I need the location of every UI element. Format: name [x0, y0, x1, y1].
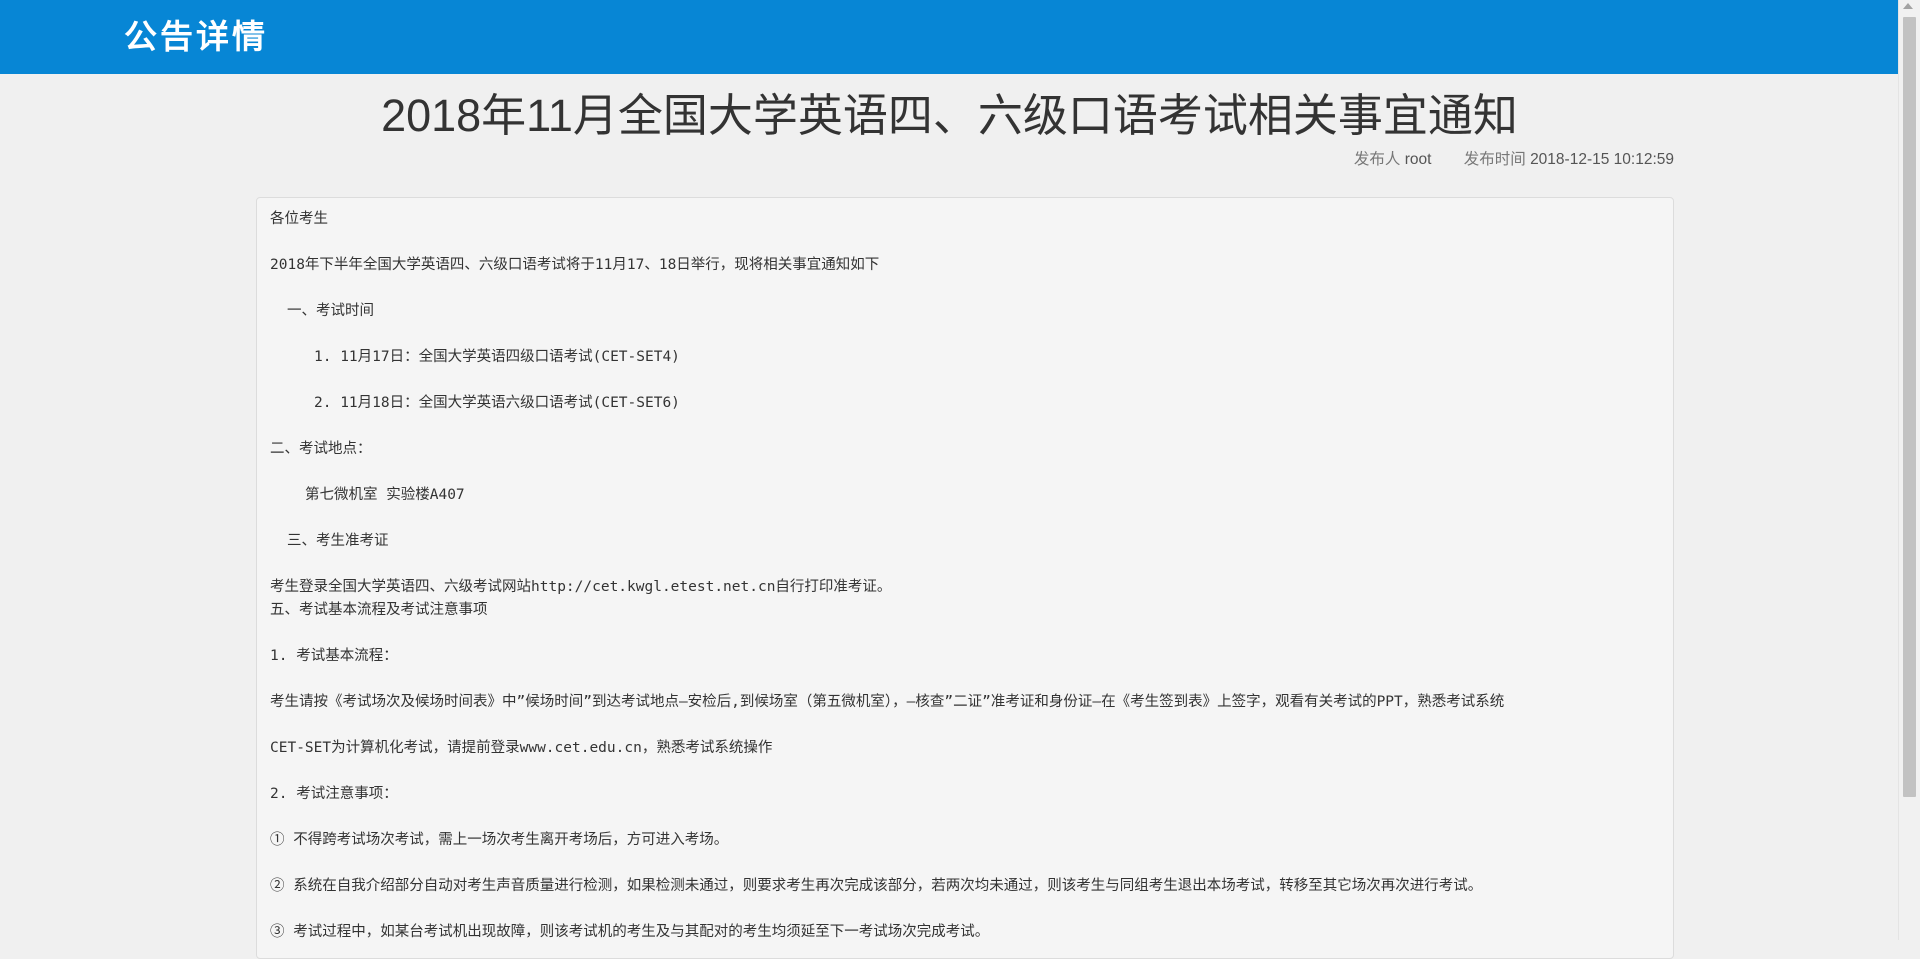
admission-ticket-paragraph: 考生登录全国大学英语四、六级考试网站http://cet.kwgl.etest.…	[270, 579, 892, 595]
notice-content-box: 各位考生 2018年下半年全国大学英语四、六级口语考试将于11月17、18日举行…	[256, 197, 1674, 959]
page-header: 公告详情	[0, 0, 1899, 74]
section-exam-time: 一、考试时间	[287, 303, 374, 319]
header-title: 公告详情	[124, 17, 268, 56]
exam-location: 第七微机室 实验楼A407	[305, 487, 465, 503]
intro-paragraph: 2018年下半年全国大学英语四、六级口语考试将于11月17、18日举行，现将相关…	[270, 257, 880, 273]
section-admission-ticket: 三、考生准考证	[287, 533, 389, 549]
flow-body: 考生请按《考试场次及候场时间表》中”候场时间”到达考试地点—安检后,到候场室（第…	[270, 694, 1505, 710]
publish-time: 2018-12-15 10:12:59	[1530, 151, 1674, 168]
flow-title: 1. 考试基本流程：	[270, 648, 398, 664]
list-item: 2. 11月18日：全国大学英语六级口语考试(CET-SET6)	[314, 395, 680, 411]
list-item: 1. 11月17日：全国大学英语四级口语考试(CET-SET4)	[314, 349, 680, 365]
note-item: ② 系统在自我介绍部分自动对考生声音质量进行检测，如果检测未通过，则要求考生再次…	[270, 878, 1483, 894]
greeting: 各位考生	[270, 211, 328, 227]
publisher-name: root	[1404, 151, 1432, 168]
cet-note: CET-SET为计算机化考试，请提前登录www.cet.edu.cn，熟悉考试系…	[270, 740, 773, 756]
scroll-up-arrow-icon[interactable]	[1903, 3, 1913, 9]
note-item: ① 不得跨考试场次考试，需上一场次考生离开考场后，方可进入考场。	[270, 832, 729, 848]
publisher-label: 发布人	[1353, 151, 1401, 168]
vertical-scrollbar[interactable]	[1898, 0, 1920, 940]
publish-time-label: 发布时间	[1463, 151, 1526, 168]
notice-meta: 发布人 root 发布时间 2018-12-15 10:12:59	[1354, 150, 1674, 170]
section-exam-flow: 五、考试基本流程及考试注意事项	[270, 602, 488, 618]
notes-title: 2. 考试注意事项：	[270, 786, 398, 802]
notice-title: 2018年11月全国大学英语四、六级口语考试相关事宜通知	[381, 90, 1518, 141]
section-exam-location: 二、考试地点：	[270, 441, 372, 457]
scrollbar-thumb[interactable]	[1903, 17, 1916, 797]
